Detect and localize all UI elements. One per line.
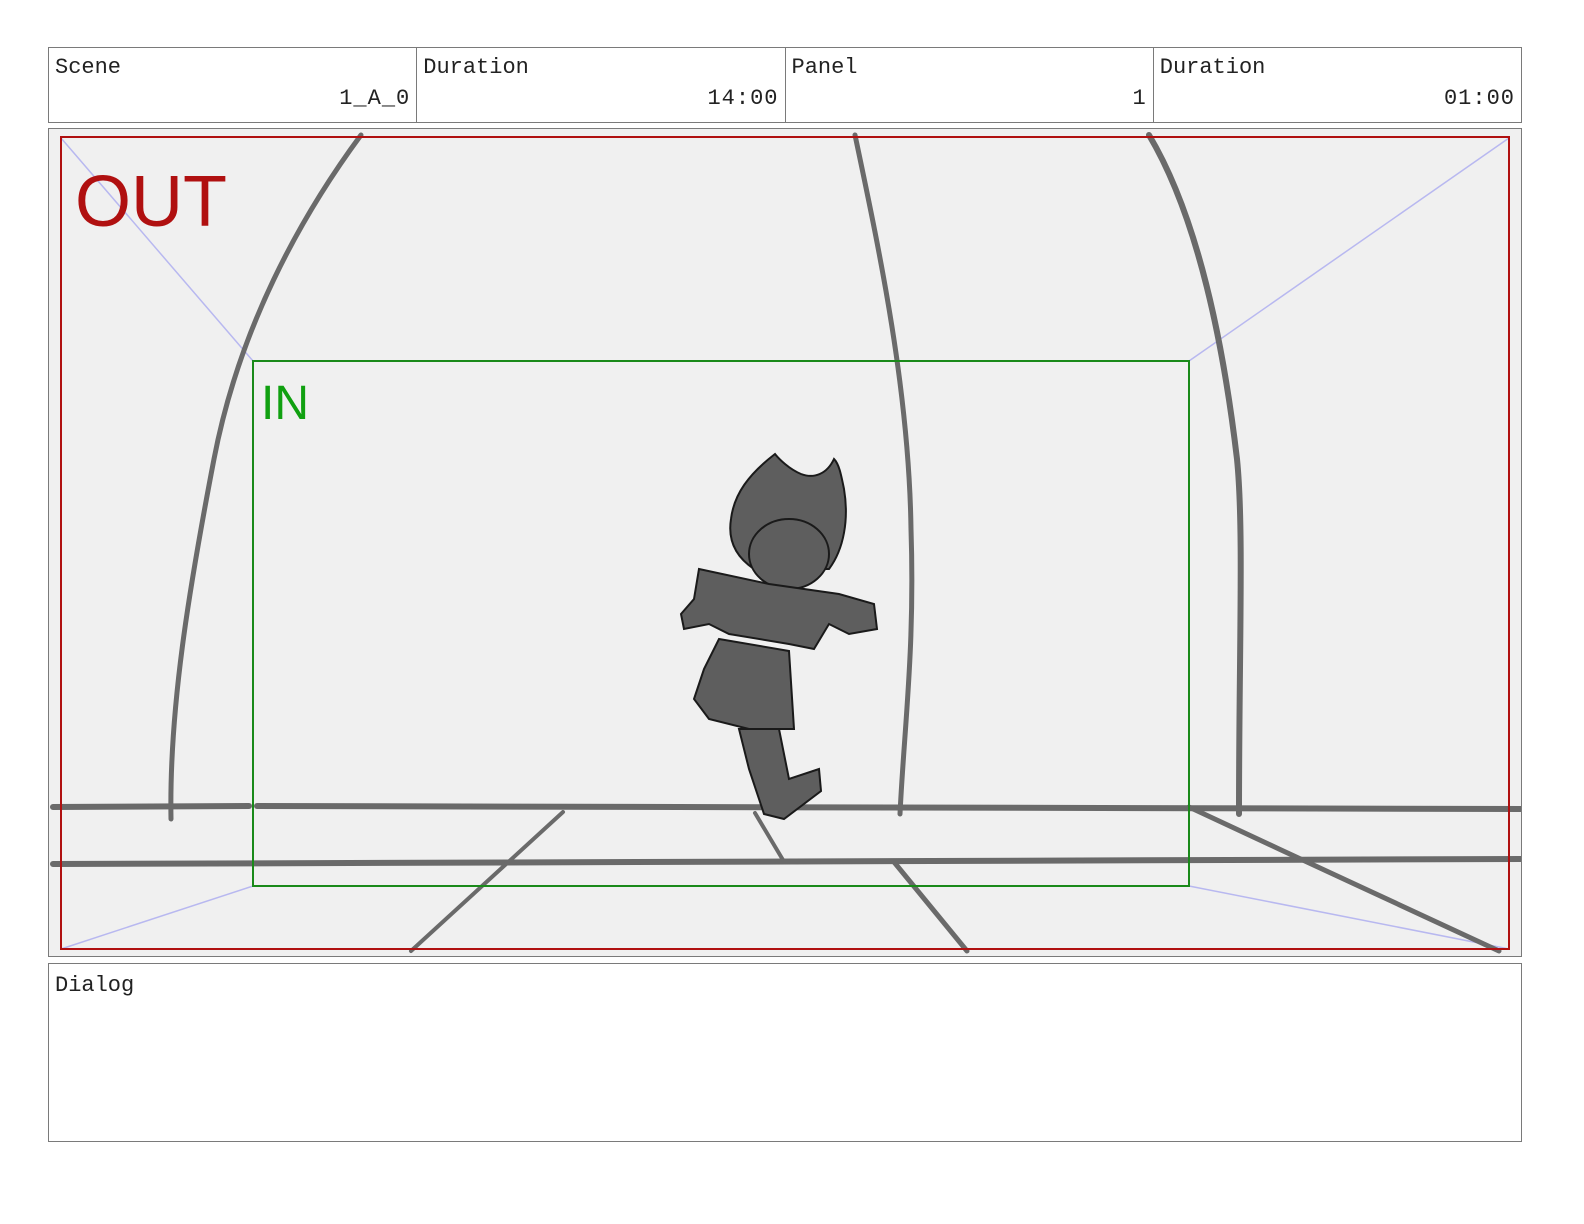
scene-cell: Scene 1_A_0 xyxy=(49,48,418,122)
dialog-label: Dialog xyxy=(55,973,135,998)
panel-duration-cell: Duration 01:00 xyxy=(1154,48,1521,122)
scene-value: 1_A_0 xyxy=(339,86,411,111)
scene-duration-value: 14:00 xyxy=(707,86,779,111)
scene-label: Scene xyxy=(55,55,122,80)
dialog-box[interactable]: Dialog xyxy=(48,963,1522,1142)
panel-label: Panel xyxy=(791,55,858,80)
out-label: OUT xyxy=(75,162,227,242)
panel-drawing-area: OUT IN xyxy=(48,128,1522,957)
panel-duration-label: Duration xyxy=(1159,55,1266,80)
scene-duration-label: Duration xyxy=(423,55,529,80)
character-head xyxy=(748,518,830,590)
panel-canvas: OUT IN xyxy=(49,129,1521,956)
panel-duration-value: 01:00 xyxy=(1443,86,1515,111)
scene-duration-cell: Duration 14:00 xyxy=(417,48,786,122)
panel-value: 1 xyxy=(1132,86,1147,111)
storyboard-header: Scene 1_A_0 Duration 14:00 Panel 1 Durat… xyxy=(48,47,1522,123)
panel-cell: Panel 1 xyxy=(786,48,1154,122)
in-label: IN xyxy=(261,377,309,430)
